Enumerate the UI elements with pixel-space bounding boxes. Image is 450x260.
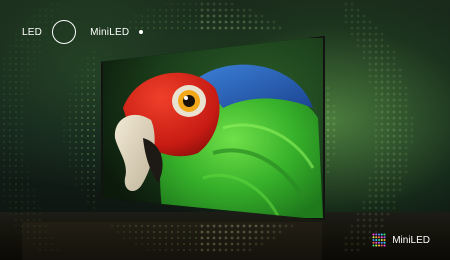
miniled-label: MiniLED [90, 26, 130, 38]
brand-label: MiniLED [392, 234, 430, 246]
miniled-hero-scene: LED MiniLED MiniLED [0, 0, 450, 260]
parrot-image [103, 38, 323, 218]
miniled-grid-logo-icon [372, 233, 386, 247]
led-label: LED [22, 26, 43, 38]
miniled-brand: MiniLED [372, 233, 430, 247]
tv [101, 36, 325, 220]
ring-icon [52, 20, 77, 44]
dot-icon [139, 30, 144, 34]
led-vs-miniled-comparison: LED MiniLED [22, 20, 144, 44]
